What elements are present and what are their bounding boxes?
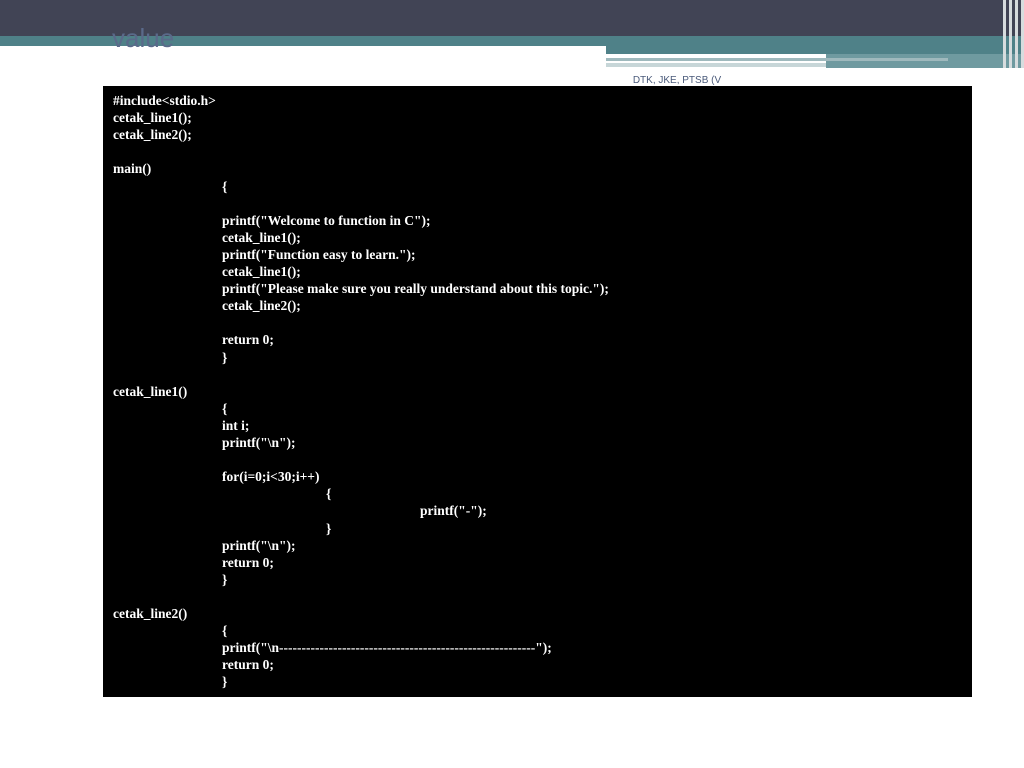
code-line: cetak_line1(); [113,110,192,126]
code-line: printf("\n"); [222,435,296,450]
code-line: printf("\n"); [222,537,296,553]
code-line: { [326,486,332,502]
code-line: { [222,178,228,194]
code-line: int i; [222,417,250,433]
code-line: main() [113,161,152,177]
code-line: cetak_line2(); [222,298,301,314]
code-line: printf("Please make sure you really unde… [222,281,609,297]
code-line: } [222,571,228,587]
code-line: cetak_line2() [113,606,188,621]
slide: value DTK, JKE, PTSB (V 10.12) #include<… [0,0,1024,768]
decorative-stripes [994,0,1024,68]
code-line: for(i=0;i<30;i++) [222,469,320,485]
header-accent-line [606,58,948,61]
code-block: #include<stdio.h> cetak_line1(); cetak_lin… [103,86,972,697]
slide-title: value [112,23,175,53]
code-line: #include<stdio.h> [113,93,216,108]
code-line: } [326,520,332,536]
header-accent-band-right [606,46,1024,54]
code-line: cetak_line2(); [113,127,192,143]
code-line: return 0; [222,332,274,348]
code-line: printf("\n------------------------------… [222,640,552,656]
code-line: printf("Welcome to function in C"); [222,212,431,228]
code-line: cetak_line1(); [222,264,301,279]
code-line: printf("Function easy to learn."); [222,246,416,262]
code-line: cetak_line1(); [222,229,301,245]
header-accent-line-short [606,63,826,67]
code-line: return 0; [222,554,274,570]
code-line: { [222,623,228,639]
code-line: { [222,400,228,416]
code-line: } [222,349,228,365]
code-line: cetak_line1() [113,383,188,399]
code-line: printf("-"); [420,503,487,519]
code-line: } [222,674,228,690]
code-line: return 0; [222,657,274,673]
